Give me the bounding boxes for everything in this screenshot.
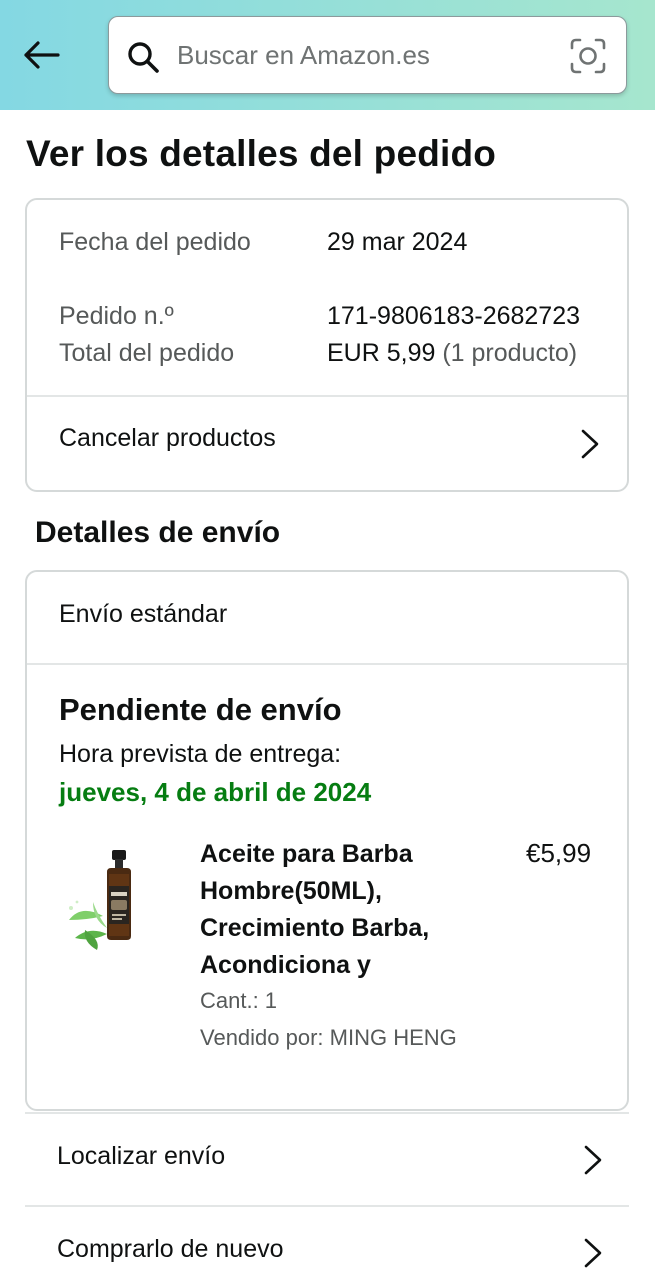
page-title: Ver los detalles del pedido — [26, 133, 497, 174]
divider — [27, 663, 627, 665]
order-date-value: 29 mar 2024 — [327, 228, 468, 256]
camera-scan-icon[interactable] — [569, 37, 607, 75]
search-icon — [128, 42, 159, 73]
product-image[interactable] — [63, 842, 163, 952]
top-search-bar — [0, 0, 655, 110]
buy-again-label: Comprarlo de nuevo — [57, 1235, 284, 1263]
cancel-items-label: Cancelar productos — [59, 424, 276, 452]
arrow-left-icon — [24, 41, 60, 69]
order-number-label: Pedido n.º — [59, 302, 174, 330]
buy-again-button[interactable]: Comprarlo de nuevo — [25, 1207, 629, 1280]
order-number-value: 171-9806183-2682723 — [327, 302, 581, 330]
order-total-value-wrap: EUR 5,99 (1 producto) — [327, 335, 577, 372]
chevron-right-icon — [581, 429, 599, 459]
order-total-value: EUR 5,99 — [327, 339, 436, 367]
shipping-method: Envío estándar — [59, 600, 228, 628]
order-number-row: Pedido n.º 171-9806183-2682723 — [59, 298, 580, 335]
shipment-status: Pendiente de envío — [59, 692, 342, 727]
order-total-label: Total del pedido — [59, 339, 235, 367]
order-date-row: Fecha del pedido 29 mar 2024 — [59, 224, 467, 261]
cancel-items-button[interactable]: Cancelar productos — [27, 397, 627, 492]
order-summary-card: Fecha del pedido 29 mar 2024 Pedido n.º … — [25, 198, 629, 492]
search-input[interactable] — [177, 35, 557, 75]
product-seller: Vendido por: MING HENG — [200, 1025, 457, 1050]
product-price: €5,99 — [526, 838, 592, 868]
track-package-button[interactable]: Localizar envío — [25, 1114, 629, 1206]
shipment-card: Envío estándar Pendiente de envío Hora p… — [25, 570, 629, 1111]
order-date-label: Fecha del pedido — [59, 228, 251, 256]
delivery-estimate-date: jueves, 4 de abril de 2024 — [59, 777, 372, 807]
order-total-row: Total del pedido EUR 5,99 (1 producto) — [59, 335, 577, 372]
back-button[interactable] — [18, 32, 64, 78]
track-package-label: Localizar envío — [57, 1142, 226, 1170]
search-box[interactable] — [108, 16, 627, 94]
aloe-leaves — [69, 900, 107, 950]
product-quantity: Cant.: 1 — [200, 988, 278, 1013]
delivery-estimate-label: Hora prevista de entrega: — [59, 740, 342, 768]
order-item-count: (1 producto) — [435, 339, 578, 367]
chevron-right-icon — [584, 1145, 602, 1175]
shipping-section-title: Detalles de envío — [35, 516, 281, 549]
product-title-link[interactable]: Aceite para Barba Hombre(50ML), Crecimie… — [200, 836, 490, 984]
chevron-right-icon — [584, 1238, 602, 1268]
